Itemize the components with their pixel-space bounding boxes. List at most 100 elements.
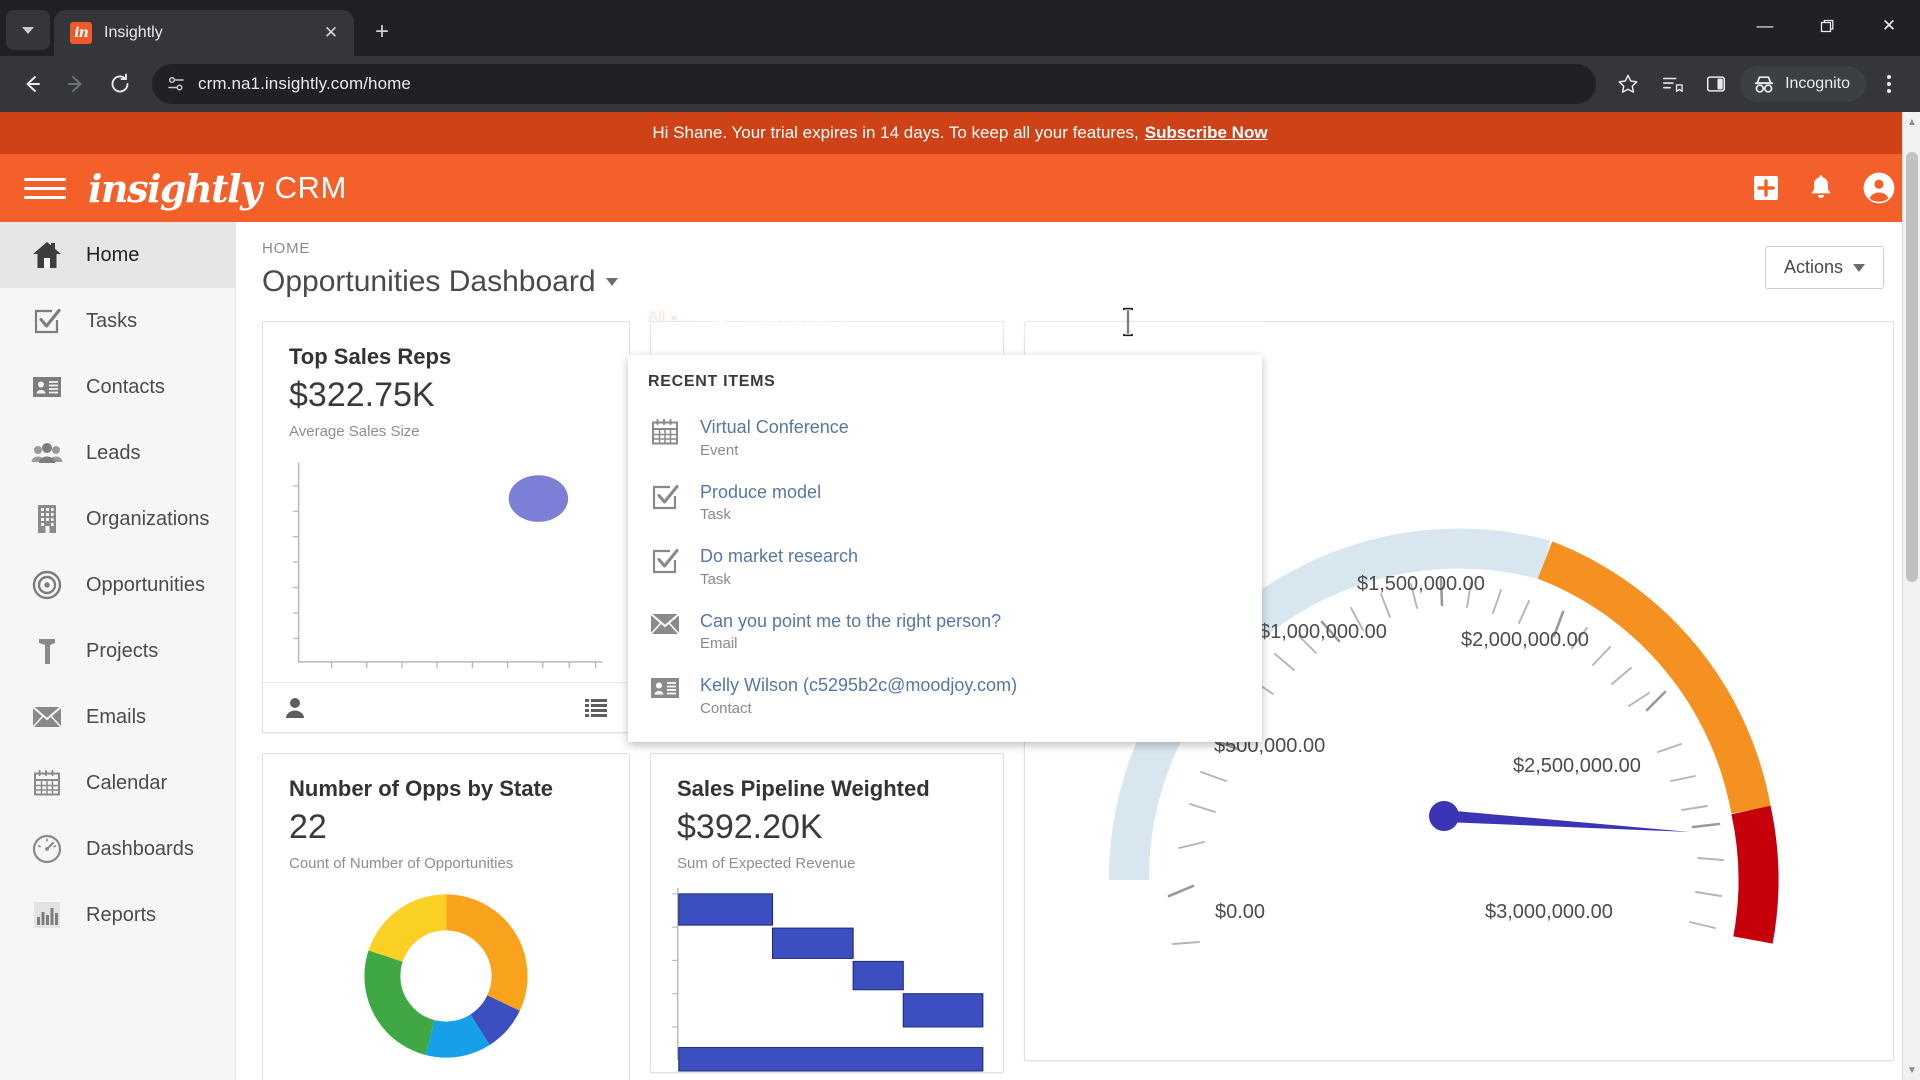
- recent-item-title: Produce model: [700, 481, 822, 502]
- scroll-up-arrow[interactable]: ▲: [1903, 112, 1920, 132]
- contact-card-icon: [30, 375, 64, 399]
- search-scope-label: All: [647, 309, 666, 326]
- scatter-chart: [263, 450, 629, 682]
- app-header: insightly CRM: [0, 154, 1920, 222]
- search-input-value: research: [745, 306, 827, 329]
- trial-message: Hi Shane. Your trial expires in 14 days.…: [652, 123, 1139, 142]
- sidebar-item-label: Emails: [86, 705, 147, 728]
- building-icon: [30, 504, 64, 534]
- envelope-icon: [30, 705, 64, 729]
- sidebar-item-dashboards[interactable]: Dashboards: [0, 816, 235, 882]
- recent-item-do-market-research[interactable]: Do market research Task: [628, 534, 1262, 599]
- card-footer: [263, 682, 629, 732]
- sidebar-item-leads[interactable]: Leads: [0, 420, 235, 486]
- sidebar-item-label: Projects: [86, 639, 159, 662]
- sidebar-item-calendar[interactable]: Calendar: [0, 750, 235, 816]
- sidebar-item-reports[interactable]: Reports: [0, 882, 235, 948]
- recent-item-type: Task: [700, 506, 731, 523]
- chrome-menu-button[interactable]: [1870, 65, 1908, 103]
- add-new-button[interactable]: [1752, 174, 1780, 202]
- actions-button[interactable]: Actions: [1764, 246, 1884, 289]
- gauge-tick-label: $1,500,000.00: [1357, 573, 1485, 595]
- page-header: HOME Opportunities Dashboard Actions: [236, 222, 1920, 299]
- forward-button[interactable]: [56, 64, 96, 104]
- back-button[interactable]: [12, 64, 52, 104]
- subscribe-now-link[interactable]: Subscribe Now: [1145, 123, 1268, 143]
- search-input[interactable]: research: [694, 294, 1264, 342]
- recent-item-title: Kelly Wilson (c5295b2c@moodjoy.com): [700, 675, 1018, 695]
- chevron-down-icon: [670, 315, 679, 321]
- sidebar-item-label: Leads: [86, 441, 141, 464]
- gauge-tick-label: $3,000,000.00: [1485, 901, 1613, 923]
- card-list-view-icon[interactable]: [585, 698, 607, 717]
- card-subtitle: Average Sales Size: [289, 423, 420, 440]
- card-subtitle: Sum of Expected Revenue: [677, 855, 856, 872]
- gauge-tick-label: $2,500,000.00: [1513, 755, 1641, 777]
- insightly-logo[interactable]: insightly: [88, 166, 262, 211]
- close-window-button[interactable]: ✕: [1858, 0, 1920, 52]
- sidebar-item-projects[interactable]: Projects: [0, 618, 235, 684]
- url-text: crm.na1.insightly.com/home: [198, 74, 411, 93]
- tab-search-button[interactable]: [6, 10, 50, 50]
- incognito-indicator[interactable]: Incognito: [1740, 66, 1866, 102]
- recent-item-virtual-conference[interactable]: Virtual Conference Event: [628, 405, 1262, 470]
- close-tab-icon[interactable]: ✕: [318, 20, 344, 46]
- card-owner-icon[interactable]: [285, 697, 305, 719]
- sidebar-item-label: Home: [86, 243, 140, 266]
- scrollbar-thumb[interactable]: [1906, 152, 1918, 582]
- sidebar-item-label: Reports: [86, 903, 157, 926]
- reload-button[interactable]: [100, 64, 140, 104]
- sidebar-item-contacts[interactable]: Contacts: [0, 354, 235, 420]
- arrow-right-icon: [68, 76, 82, 92]
- recent-item-type: Email: [700, 635, 738, 652]
- menu-dot: [1887, 75, 1891, 79]
- page-title[interactable]: Opportunities Dashboard: [262, 265, 618, 299]
- calendar-icon: [30, 769, 64, 797]
- page-viewport: Hi Shane. Your trial expires in 14 days.…: [0, 112, 1920, 1080]
- address-bar[interactable]: crm.na1.insightly.com/home: [152, 64, 1597, 104]
- search-scope-selector[interactable]: All: [632, 294, 694, 342]
- browser-tab[interactable]: in Insightly ✕: [54, 10, 354, 56]
- search-icon: [711, 308, 731, 328]
- recent-item-kelly-wilson[interactable]: Kelly Wilson (c5295b2c@moodjoy.com) Cont…: [628, 663, 1262, 728]
- tab-strip: in Insightly ✕ + — ✕: [0, 0, 1920, 56]
- new-tab-button[interactable]: +: [362, 12, 402, 52]
- recent-items-heading: RECENT ITEMS: [648, 373, 776, 390]
- reading-list-button[interactable]: [1652, 64, 1692, 104]
- home-icon: [30, 240, 64, 270]
- breadcrumb[interactable]: HOME: [262, 240, 1894, 257]
- scroll-down-arrow[interactable]: ▼: [1903, 1060, 1920, 1080]
- sidebar-item-opportunities[interactable]: Opportunities: [0, 552, 235, 618]
- side-panel-icon: [1707, 76, 1726, 92]
- side-panel-button[interactable]: [1696, 64, 1736, 104]
- maximize-window-button[interactable]: [1796, 0, 1858, 52]
- recent-item-produce-model[interactable]: Produce model Task: [628, 470, 1262, 535]
- sidebar-item-tasks[interactable]: Tasks: [0, 288, 235, 354]
- user-account-button[interactable]: [1862, 171, 1896, 205]
- incognito-icon: [1754, 76, 1774, 93]
- recent-item-title: Do market research: [700, 546, 859, 566]
- gauge-needle: [1444, 810, 1690, 832]
- trial-banner: Hi Shane. Your trial expires in 14 days.…: [0, 112, 1920, 154]
- bookmark-star-button[interactable]: [1608, 64, 1648, 104]
- contact-card-icon: [648, 674, 682, 700]
- sidebar-item-emails[interactable]: Emails: [0, 684, 235, 750]
- card-subtitle: Count of Number of Opportunities: [289, 855, 514, 872]
- sidebar-item-organizations[interactable]: Organizations: [0, 486, 235, 552]
- menu-toggle-button[interactable]: [24, 167, 66, 209]
- recent-item-email[interactable]: Can you point me to the right person? Em…: [628, 599, 1262, 664]
- page-scrollbar[interactable]: ▲ ▼: [1902, 112, 1920, 1080]
- donut-slice-yellow: [364, 894, 528, 1058]
- account-circle-icon: [1863, 172, 1895, 204]
- card-body: Number of Opps by State 22 Count of Numb…: [263, 754, 629, 882]
- task-check-icon: [648, 545, 682, 575]
- minimize-window-button[interactable]: —: [1734, 0, 1796, 52]
- sidebar-item-home[interactable]: Home: [0, 222, 235, 288]
- recent-item-title: Virtual Conference: [700, 417, 849, 437]
- notifications-button[interactable]: [1808, 174, 1834, 202]
- text-caret: [841, 306, 844, 330]
- donut-svg: [364, 894, 528, 1058]
- donut-chart: [263, 882, 629, 1080]
- hamburger-line: [24, 186, 66, 190]
- people-icon: [30, 441, 64, 465]
